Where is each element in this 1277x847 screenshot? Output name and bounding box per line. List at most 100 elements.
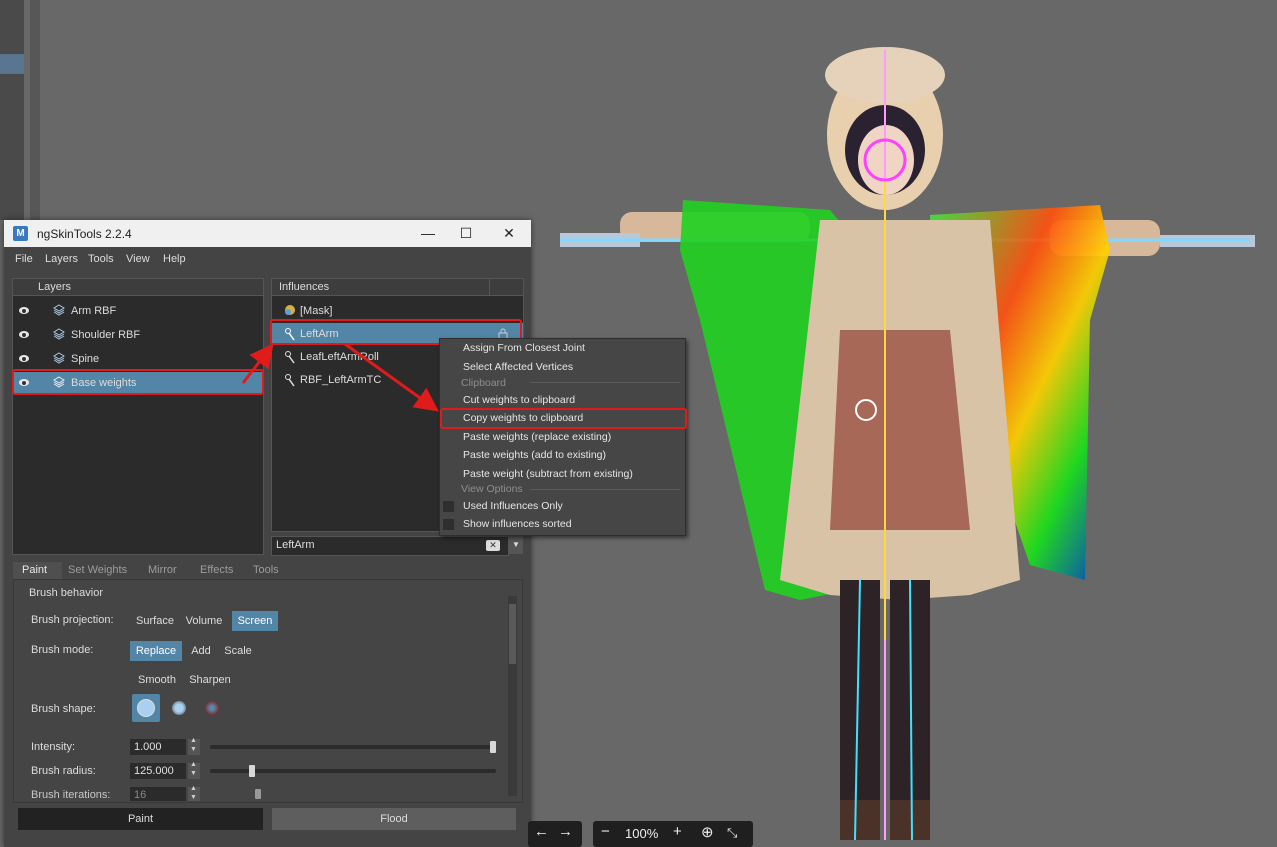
influence-context-menu: Assign From Closest Joint Select Affecte… [439,338,686,536]
intensity-field[interactable]: 1.000 [130,739,186,755]
iterations-slider-handle[interactable] [254,789,261,799]
paint-panel: Brush behavior Brush projection: Surface… [13,579,523,803]
filter-value: LeftArm [276,539,315,551]
menu-item-assign-closest-joint[interactable]: Assign From Closest Joint [463,339,585,357]
menu-view[interactable]: View [126,253,150,265]
nav-group: ← → [528,821,582,847]
clear-icon[interactable]: ✕ [486,540,500,551]
paint-button[interactable]: Paint [18,808,263,830]
layers-icon [53,304,65,316]
menu-header-view-options: View Options [461,483,523,495]
radius-spinner[interactable] [188,761,200,779]
viewport-toolbar: ← → − 100% + ⊕ ⤡ [528,821,758,847]
layer-row-arm-rbf[interactable]: Arm RBF [13,300,263,322]
radius-slider-handle[interactable] [249,765,256,777]
eye-icon[interactable] [19,331,29,338]
tab-mirror[interactable]: Mirror [148,562,177,579]
layer-label: Spine [71,353,100,365]
menu-item-paste-replace[interactable]: Paste weights (replace existing) [463,428,611,446]
eye-icon[interactable] [19,307,29,314]
title-bar[interactable]: M ngSkinTools 2.2.4 — ☐ ✕ [4,220,531,247]
layer-row-spine[interactable]: Spine [13,348,263,370]
iterations-spinner[interactable] [188,785,200,801]
zoom-out-icon[interactable]: − [601,823,610,840]
menu-item-show-influences-sorted[interactable]: Show influences sorted [463,515,572,533]
menu-item-used-influences-only[interactable]: Used Influences Only [463,497,563,515]
brush-projection-label: Brush projection: [31,614,114,626]
layer-label: Shoulder RBF [71,329,141,341]
flood-button[interactable]: Flood [272,808,516,830]
smooth-brush-icon [172,701,186,715]
window-title: ngSkinTools 2.2.4 [37,227,132,241]
soft-brush-icon [205,701,219,715]
scrollbar[interactable] [508,596,517,796]
layer-row-shoulder-rbf[interactable]: Shoulder RBF [13,324,263,346]
brush-mode-label: Brush mode: [31,644,94,656]
zoom-in-icon[interactable]: + [673,823,682,840]
layers-icon [53,352,65,364]
layers-panel: Layers Arm RBF Shoulder RBF Spine Base w… [12,278,264,555]
influences-header-label: Influences [279,281,330,293]
intensity-spinner[interactable] [188,737,200,755]
checkbox-used-influences[interactable] [443,501,454,512]
projection-screen-button[interactable]: Screen [232,611,278,631]
eye-icon[interactable] [19,355,29,362]
influence-filter-field[interactable]: LeftArm ✕ [271,536,509,556]
mode-scale-button[interactable]: Scale [221,641,255,661]
brush-shape-soft-button[interactable] [198,694,226,722]
minimize-button[interactable]: — [409,220,447,247]
menu-separator [530,382,680,383]
mode-smooth-button[interactable]: Smooth [134,670,180,690]
tab-bar: Paint Set Weights Mirror Effects Tools [13,562,523,579]
tab-paint[interactable]: Paint [13,562,62,579]
download-icon[interactable]: ⊕ [701,823,714,841]
brush-radius-field[interactable]: 125.000 [130,763,186,779]
tab-effects[interactable]: Effects [200,562,233,579]
close-button[interactable]: ✕ [490,220,528,247]
layers-icon [53,328,65,340]
menu-item-paste-add[interactable]: Paste weights (add to existing) [463,446,606,464]
zoom-level: 100% [625,826,659,841]
menu-help[interactable]: Help [163,253,186,265]
brush-iterations-field[interactable]: 16 [130,787,186,801]
outliner-strip [0,0,24,220]
tab-tools[interactable]: Tools [253,562,279,579]
mode-add-button[interactable]: Add [186,641,216,661]
checkbox-show-sorted[interactable] [443,519,454,530]
menu-layers[interactable]: Layers [45,253,78,265]
menu-item-select-affected-vertices[interactable]: Select Affected Vertices [463,358,573,376]
solid-brush-icon [137,699,155,717]
maximize-button[interactable]: ☐ [447,220,485,247]
intensity-slider-handle[interactable] [490,741,496,753]
highlight-box-copy [440,408,687,429]
mode-replace-button[interactable]: Replace [130,641,182,661]
menu-tools[interactable]: Tools [88,253,114,265]
zoom-group: − 100% + ⊕ ⤡ [593,821,753,847]
menu-separator [530,489,680,490]
column-divider [489,279,490,295]
collapse-icon[interactable]: ⤡ [727,825,737,841]
menu-file[interactable]: File [15,253,33,265]
brush-radius-label: Brush radius: [31,765,96,777]
section-title: Brush behavior [29,587,103,599]
intensity-slider-track[interactable] [210,745,496,749]
projection-surface-button[interactable]: Surface [134,611,176,631]
menu-item-cut-weights[interactable]: Cut weights to clipboard [463,391,575,409]
brush-shape-solid-button[interactable] [132,694,160,722]
outliner-selection [0,54,24,74]
projection-volume-button[interactable]: Volume [183,611,225,631]
joint-icon [285,351,295,364]
menu-item-paste-subtract[interactable]: Paste weight (subtract from existing) [463,465,633,483]
mask-icon [285,305,295,315]
back-arrow-icon[interactable]: ← [534,823,549,840]
scrollbar-thumb[interactable] [509,604,516,664]
filter-dropdown-button[interactable]: ▼ [509,536,523,554]
tab-set-weights[interactable]: Set Weights [68,562,127,579]
brush-iterations-label: Brush iterations: [31,789,111,801]
influence-label: RBF_LeftArmTC [300,374,382,386]
brush-shape-smooth-button[interactable] [165,694,193,722]
menu-header-clipboard: Clipboard [461,377,506,389]
brush-shape-label: Brush shape: [31,703,96,715]
forward-arrow-icon[interactable]: → [558,823,573,840]
mode-sharpen-button[interactable]: Sharpen [186,670,234,690]
